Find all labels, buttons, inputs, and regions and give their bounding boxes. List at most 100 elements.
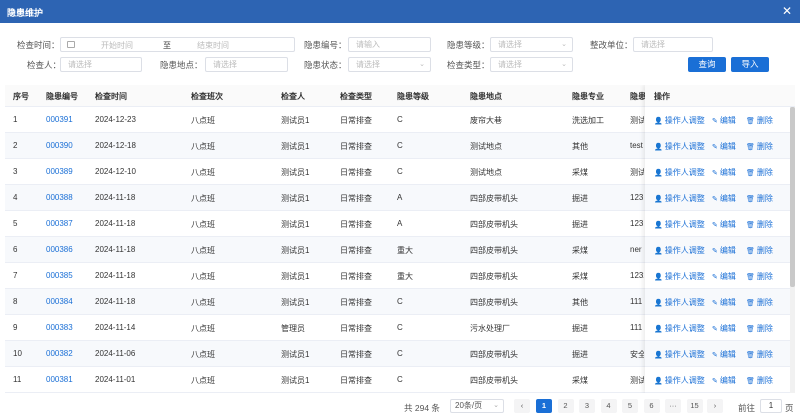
check-type-placeholder: 请选择 [498,60,522,69]
delete-link-label: 删除 [756,194,773,203]
cell-hazard-no[interactable]: 000383 [46,323,73,332]
check-time-range-picker[interactable]: 开始时间 至 结束时间 [60,37,295,52]
page-suffix: 页 [785,403,794,413]
adjust-operator-link-label: 操作人调整 [664,116,705,125]
cell-hazard: 测试 [630,116,644,125]
edit-link-label: 编辑 [719,324,736,333]
cell-hazard-no[interactable]: 000389 [46,167,73,176]
cell-location: 测试地点 [470,142,502,151]
chevron-down-icon: ⌄ [419,61,425,68]
import-button[interactable]: 导入 [731,57,769,72]
hazard-location-select[interactable]: 请选择 [205,57,288,72]
operations-cell: 👤 操作人调整 ✎ 编辑 🗑 删除 [645,341,795,367]
adjust-operator-link[interactable]: 👤 操作人调整 [654,141,705,152]
cell-check-time: 2024-11-01 [95,375,136,384]
cell-hazard-no[interactable]: 000385 [46,271,73,280]
edit-link[interactable]: ✎ 编辑 [712,323,736,334]
scrollbar-thumb[interactable] [790,107,795,287]
next-page-button[interactable]: › [707,399,723,413]
edit-icon: ✎ [712,300,718,307]
hazard-no-input[interactable]: 请输入 [348,37,431,52]
adjust-operator-link[interactable]: 👤 操作人调整 [654,245,705,256]
edit-link[interactable]: ✎ 编辑 [712,271,736,282]
cell-shift: 八点班 [191,376,215,385]
page-button[interactable]: 2 [557,399,574,413]
cell-hazard: 安全 [630,350,644,359]
edit-link[interactable]: ✎ 编辑 [712,141,736,152]
hazard-level-select[interactable]: 请选择 ⌄ [490,37,573,52]
adjust-operator-link[interactable]: 👤 操作人调整 [654,349,705,360]
cell-check-type: 日常排查 [340,324,372,333]
edit-link[interactable]: ✎ 编辑 [712,245,736,256]
page-button[interactable]: 1 [536,399,552,413]
adjust-operator-link-label: 操作人调整 [664,220,705,229]
more-pages-button[interactable]: ··· [665,399,681,413]
cell-hazard-no[interactable]: 000386 [46,245,73,254]
cell-shift: 八点班 [191,194,215,203]
table-scrollbar[interactable] [790,107,795,393]
adjust-operator-link[interactable]: 👤 操作人调整 [654,115,705,126]
edit-link[interactable]: ✎ 编辑 [712,349,736,360]
delete-link-label: 删除 [756,324,773,333]
cell-hazard-no[interactable]: 000384 [46,297,73,306]
adjust-operator-link[interactable]: 👤 操作人调整 [654,271,705,282]
page-size-value: 20条/页 [455,401,483,410]
prev-page-button[interactable]: ‹ [514,399,530,413]
adjust-operator-link[interactable]: 👤 操作人调整 [654,375,705,386]
trash-icon: 🗑 [746,222,755,229]
cell-hazard-no[interactable]: 000390 [46,141,73,150]
delete-link[interactable]: 🗑 删除 [746,349,773,360]
delete-link[interactable]: 🗑 删除 [746,193,773,204]
operations-header: 操作 [645,85,795,107]
edit-link[interactable]: ✎ 编辑 [712,219,736,230]
delete-link[interactable]: 🗑 删除 [746,141,773,152]
delete-link[interactable]: 🗑 删除 [746,323,773,334]
query-button[interactable]: 查询 [688,57,726,72]
adjust-operator-link[interactable]: 👤 操作人调整 [654,167,705,178]
cell-hazard-no[interactable]: 000388 [46,193,73,202]
delete-link[interactable]: 🗑 删除 [746,115,773,126]
pagination: 共 294 条 20条/页 ⌄ ‹ 1 2 3 4 5 6 ··· 15 › 前往 1 页 [0,396,800,416]
cell-hazard-no[interactable]: 000391 [46,115,73,124]
edit-link[interactable]: ✎ 编辑 [712,297,736,308]
page-button[interactable]: 4 [600,399,617,413]
edit-icon: ✎ [712,378,718,385]
rectify-unit-select[interactable]: 请选择 [633,37,713,52]
edit-link[interactable]: ✎ 编辑 [712,193,736,204]
edit-link[interactable]: ✎ 编辑 [712,167,736,178]
adjust-operator-link-label: 操作人调整 [664,272,705,281]
edit-link[interactable]: ✎ 编辑 [712,375,736,386]
adjust-operator-link[interactable]: 👤 操作人调整 [654,297,705,308]
hazard-status-select[interactable]: 请选择 ⌄ [348,57,431,72]
cell-hazard: 测试 [630,376,644,385]
adjust-operator-link[interactable]: 👤 操作人调整 [654,193,705,204]
hazard-status-label: 隐患状态： [304,60,347,70]
delete-link[interactable]: 🗑 删除 [746,375,773,386]
page-button[interactable]: 3 [579,399,595,413]
check-type-select[interactable]: 请选择 ⌄ [490,57,573,72]
goto-page-input[interactable]: 1 [760,399,782,413]
delete-link[interactable]: 🗑 删除 [746,297,773,308]
cell-hazard-no[interactable]: 000387 [46,219,73,228]
page-size-select[interactable]: 20条/页 ⌄ [450,399,504,413]
page-button[interactable]: 15 [686,399,703,413]
edit-link[interactable]: ✎ 编辑 [712,115,736,126]
operations-cell: 👤 操作人调整 ✎ 编辑 🗑 删除 [645,107,795,133]
delete-link[interactable]: 🗑 删除 [746,219,773,230]
cell-hazard-no[interactable]: 000382 [46,349,73,358]
delete-link[interactable]: 🗑 删除 [746,271,773,282]
cell-hazard-no[interactable]: 000381 [46,375,73,384]
adjust-operator-link[interactable]: 👤 操作人调整 [654,323,705,334]
page-button[interactable]: 5 [622,399,638,413]
inspector-select[interactable]: 请选择 [60,57,142,72]
cell-hazard: 1232 [630,271,644,280]
adjust-operator-link[interactable]: 👤 操作人调整 [654,219,705,230]
column-header: 隐患等级 [397,92,429,101]
trash-icon: 🗑 [746,144,755,151]
delete-link[interactable]: 🗑 删除 [746,245,773,256]
cell-shift: 八点班 [191,324,215,333]
page-button[interactable]: 6 [643,399,660,413]
delete-link[interactable]: 🗑 删除 [746,167,773,178]
close-icon[interactable]: ✕ [780,4,794,18]
edit-icon: ✎ [712,118,718,125]
